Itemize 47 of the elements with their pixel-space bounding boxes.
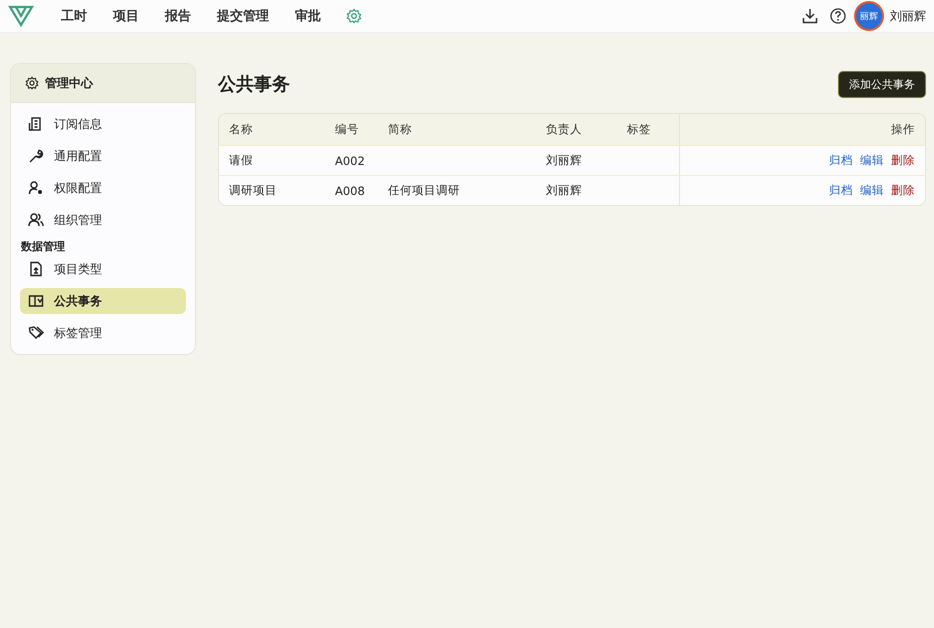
gear-icon <box>25 76 39 90</box>
sidebar-item[interactable]: 标签管理 <box>20 320 186 346</box>
add-button[interactable]: 添加公共事务 <box>838 70 926 98</box>
table-cell-text: A002 <box>334 152 366 170</box>
sidebar-title: 管理中心 <box>45 74 93 92</box>
tag-icon <box>28 325 44 341</box>
logo-icon[interactable] <box>8 5 34 27</box>
delete-link[interactable]: 删除 <box>891 153 915 168</box>
people-icon <box>28 212 44 228</box>
nav-link[interactable]: 报告 <box>152 7 204 25</box>
action-link[interactable]: 编辑 <box>860 183 884 198</box>
sidebar-item[interactable]: 项目类型 <box>20 256 186 282</box>
user-avatar[interactable]: 丽辉 <box>856 3 882 29</box>
delete-link[interactable]: 删除 <box>891 183 915 198</box>
action-link[interactable]: 归档 <box>829 153 853 168</box>
column-header: 操作 <box>679 114 925 145</box>
user-icon <box>28 180 44 196</box>
action-link[interactable]: 归档 <box>829 183 853 198</box>
nav-link[interactable]: 审批 <box>282 7 334 25</box>
table-cell-text: A008 <box>334 182 366 200</box>
table-cell-text: 任何项目调研 <box>387 182 461 199</box>
nav-link[interactable]: 提交管理 <box>204 7 282 25</box>
table-cell-text: 请假 <box>228 152 254 169</box>
table-cell-text: 刘丽辉 <box>545 152 583 169</box>
table-cell-text: 刘丽辉 <box>545 182 583 199</box>
column-header: 编号 <box>334 121 360 138</box>
column-header: 标签 <box>626 121 652 138</box>
table-cell-text: 调研项目 <box>228 182 278 199</box>
sidebar-item[interactable]: 通用配置 <box>20 143 186 169</box>
book-icon <box>28 293 44 309</box>
page-title: 公共事务 <box>218 73 290 96</box>
action-link[interactable]: 编辑 <box>860 153 884 168</box>
file-icon <box>28 261 44 277</box>
nav-link[interactable]: 项目 <box>100 7 152 25</box>
sidebar-item[interactable]: 组织管理 <box>20 207 186 233</box>
sidebar-item[interactable]: 公共事务 <box>20 288 186 314</box>
sidebar-item[interactable]: 订阅信息 <box>20 111 186 137</box>
user-name[interactable]: 刘丽辉 <box>890 8 926 24</box>
column-header: 负责人 <box>545 121 583 138</box>
sidebar-item[interactable]: 权限配置 <box>20 175 186 201</box>
column-header: 名称 <box>228 121 254 138</box>
section-heading: 数据管理 <box>21 239 66 254</box>
download-icon[interactable] <box>802 8 818 24</box>
settings-icon[interactable] <box>346 8 362 24</box>
column-header: 简称 <box>387 121 413 138</box>
help-icon[interactable] <box>830 8 846 24</box>
nav-link[interactable]: 工时 <box>48 7 100 25</box>
